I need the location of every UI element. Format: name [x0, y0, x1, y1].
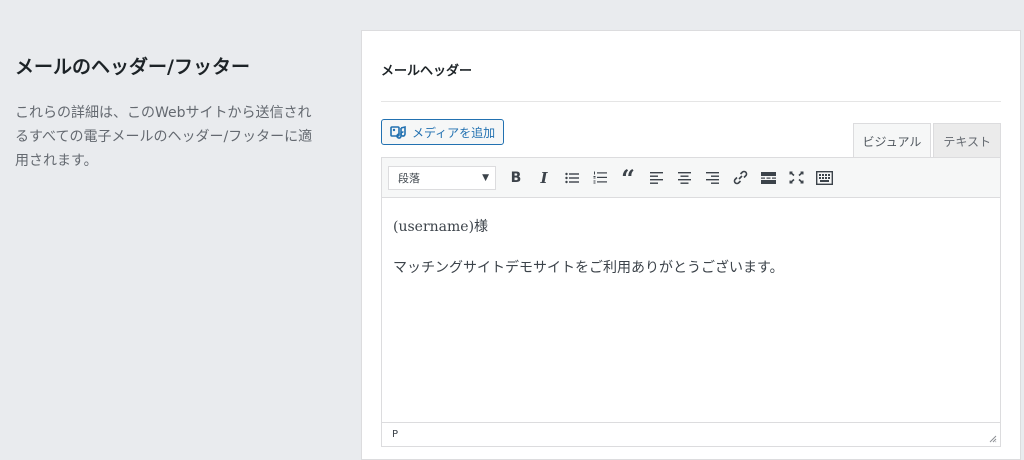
align-left-button[interactable] — [644, 166, 668, 190]
blockquote-icon: “ — [621, 163, 635, 193]
link-icon — [733, 170, 747, 185]
editor-toolbar: 段落 ▼ B I “ — [382, 158, 1000, 198]
format-select-value: 段落 — [398, 171, 420, 185]
panel-divider — [381, 101, 1001, 102]
element-path[interactable]: P — [392, 429, 398, 440]
editor-status-bar: P — [382, 422, 1000, 446]
blockquote-button[interactable]: “ — [616, 166, 640, 190]
fullscreen-button[interactable] — [784, 166, 808, 190]
section-title: メールのヘッダー/フッター — [15, 56, 250, 78]
italic-icon: I — [540, 168, 548, 187]
content-line-username: (username)様 — [393, 219, 489, 235]
settings-section-info: メールのヘッダー/フッター これらの詳細は、このWebサイトから送信されるすべて… — [15, 52, 335, 173]
fullscreen-icon — [788, 171, 804, 184]
section-description: これらの詳細は、このWebサイトから送信されるすべての電子メールのヘッダー/フッ… — [15, 105, 313, 169]
align-right-button[interactable] — [700, 166, 724, 190]
tab-text[interactable]: テキスト — [933, 123, 1001, 158]
chevron-down-icon: ▼ — [482, 172, 489, 183]
editor-tabs: ビジュアル テキスト — [852, 123, 1001, 158]
align-right-icon — [705, 171, 719, 184]
email-header-panel: メールヘッダー メディアを追加 ビジュアル テキスト 段落 ▼ B I “ (u… — [361, 30, 1021, 460]
format-select[interactable]: 段落 ▼ — [388, 165, 496, 190]
align-left-icon — [649, 171, 663, 184]
content-line-thanks: マッチングサイトデモサイトをご利用ありがとうございます。 — [393, 260, 784, 276]
add-media-button[interactable]: メディアを追加 — [381, 119, 505, 145]
editor-content[interactable]: (username)様 マッチングサイトデモサイトをご利用ありがとうございます。 — [382, 198, 1000, 316]
tab-visual[interactable]: ビジュアル — [852, 123, 932, 158]
read-more-icon — [760, 171, 776, 184]
link-button[interactable] — [728, 166, 752, 190]
numbered-list-icon — [593, 171, 607, 184]
bold-button[interactable]: B — [504, 166, 528, 190]
bullet-list-icon — [565, 172, 579, 183]
align-center-button[interactable] — [672, 166, 696, 190]
media-icon — [390, 124, 407, 141]
rich-text-editor: 段落 ▼ B I “ (username)様 マッチングサイトデモサイトをご利用… — [381, 157, 1001, 447]
italic-button[interactable]: I — [532, 166, 556, 190]
add-media-label: メディアを追加 — [412, 125, 496, 140]
bullet-list-button[interactable] — [560, 166, 584, 190]
toolbar-toggle-button[interactable] — [812, 166, 836, 190]
numbered-list-button[interactable] — [588, 166, 612, 190]
align-center-icon — [677, 171, 691, 184]
resize-handle-icon[interactable] — [989, 435, 997, 443]
bold-icon: B — [510, 169, 522, 186]
panel-title: メールヘッダー — [381, 64, 473, 79]
read-more-button[interactable] — [756, 166, 780, 190]
toolbar-toggle-icon — [815, 170, 833, 185]
